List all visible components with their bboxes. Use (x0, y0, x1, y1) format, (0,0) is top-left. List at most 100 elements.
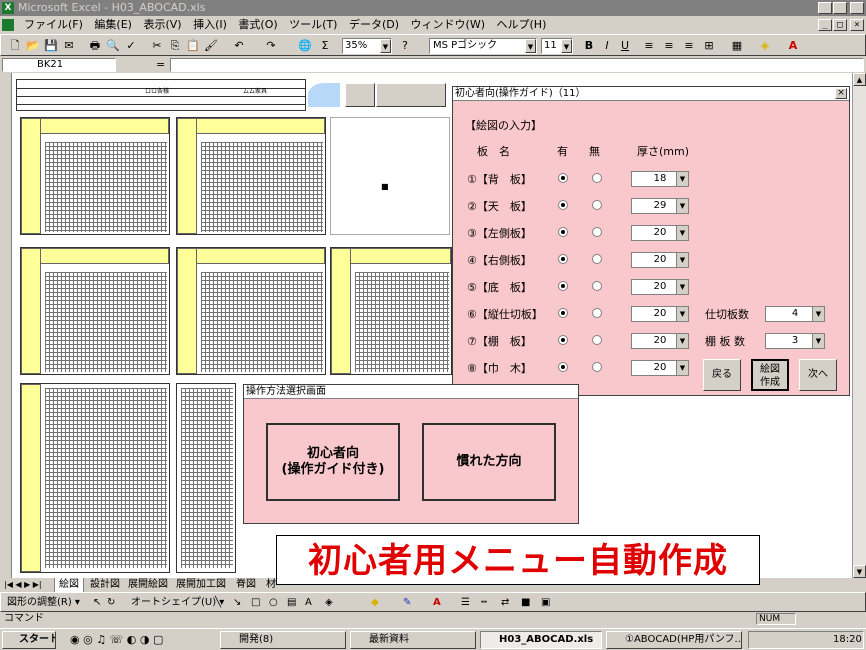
line-color-icon[interactable]: ✎ (403, 593, 411, 613)
draw-fill-icon[interactable]: ◆ (371, 593, 379, 613)
arrow-style-icon[interactable]: ⇄ (501, 593, 509, 613)
arrow-icon[interactable]: ↘ (233, 593, 241, 613)
row-kick-yes-radio[interactable] (558, 362, 568, 372)
print-icon[interactable]: 🖶 (87, 38, 103, 54)
format-painter-icon[interactable]: 🖌 (203, 38, 219, 54)
sheet-button-1[interactable] (345, 83, 375, 107)
shadow-icon[interactable]: ■ (521, 593, 530, 613)
expert-mode-button[interactable]: 慣れた方向 (422, 423, 556, 501)
menu-window[interactable]: ウィンドウ(W) (407, 16, 489, 34)
autosum-icon[interactable]: Σ (317, 38, 333, 54)
cut-icon[interactable]: ✂ (149, 38, 165, 54)
row-right-no-radio[interactable] (592, 254, 602, 264)
row-left-thickness[interactable]: 20 ▼ (631, 225, 689, 241)
menu-help[interactable]: ヘルプ(H) (493, 16, 551, 34)
row-partition-yes-radio[interactable] (558, 308, 568, 318)
row-shelf-no-radio[interactable] (592, 335, 602, 345)
row-top-no-radio[interactable] (592, 200, 602, 210)
new-file-icon[interactable]: 🗋 (7, 38, 23, 54)
task-latest[interactable]: 最新資料 (350, 631, 476, 649)
name-box[interactable]: BK21 (2, 58, 116, 72)
shelf-count-select[interactable]: 3 ▼ (765, 333, 825, 349)
copy-icon[interactable]: ⎘ (167, 38, 183, 54)
tab-drawing[interactable]: 絵図 (54, 578, 84, 593)
align-center-icon[interactable]: ≡ (661, 38, 677, 54)
partition-count-select[interactable]: 4 ▼ (765, 306, 825, 322)
sheet-button-2[interactable] (376, 83, 446, 107)
web-icon[interactable]: 🌐 (297, 38, 313, 54)
back-button[interactable]: 戻る (703, 359, 741, 391)
save-icon[interactable]: 💾 (43, 38, 59, 54)
font-size-select[interactable]: 11 ▼ (541, 38, 573, 54)
menu-file[interactable]: ファイル(F) (20, 16, 87, 34)
tab-expand-drawing[interactable]: 展開絵図 (124, 578, 172, 592)
tab-scroll-icons[interactable]: |◀ ◀ ▶ ▶| (4, 578, 42, 592)
italic-button[interactable]: I (599, 38, 615, 54)
line-style-icon[interactable]: ☰ (461, 593, 470, 613)
task-excel[interactable]: H03_ABOCAD.xls (480, 631, 602, 649)
row-bottom-thickness[interactable]: 20 ▼ (631, 279, 689, 295)
menu-tools[interactable]: ツール(T) (285, 16, 341, 34)
borders-icon[interactable]: ▦ (729, 38, 745, 54)
line-icon[interactable]: ╲ (215, 593, 221, 613)
help-icon[interactable]: ? (397, 38, 413, 54)
menu-data[interactable]: データ(D) (345, 16, 403, 34)
menu-format[interactable]: 書式(O) (234, 16, 281, 34)
merge-center-icon[interactable]: ⊞ (701, 38, 717, 54)
draw-menu-button[interactable]: 図形の調整(R) ▾ (7, 593, 80, 613)
row-kick-no-radio[interactable] (592, 362, 602, 372)
3d-icon[interactable]: ▣ (541, 593, 550, 613)
doc-close-button[interactable]: × (850, 19, 864, 31)
draw-font-color-icon[interactable]: A (433, 593, 441, 613)
row-bottom-no-radio[interactable] (592, 281, 602, 291)
next-button[interactable]: 次へ (799, 359, 837, 391)
row-top-thickness[interactable]: 29 ▼ (631, 198, 689, 214)
dialog-close-button[interactable]: × (835, 88, 847, 99)
row-kick-thickness[interactable]: 20 ▼ (631, 360, 689, 376)
dash-style-icon[interactable]: ┅ (481, 593, 487, 613)
row-right-thickness[interactable]: 20 ▼ (631, 252, 689, 268)
bold-button[interactable]: B (581, 38, 597, 54)
row-partition-thickness[interactable]: 20 ▼ (631, 306, 689, 322)
doc-restore-button[interactable]: □ (833, 19, 847, 31)
draw-create-button[interactable]: 絵図 作成 (751, 359, 789, 391)
open-folder-icon[interactable]: 📂 (25, 38, 41, 54)
tab-material[interactable]: 材 (262, 578, 280, 592)
close-button[interactable]: × (850, 2, 864, 14)
tab-spine[interactable]: 脊図 (232, 578, 260, 592)
oval-icon[interactable]: ○ (269, 593, 278, 613)
paste-icon[interactable]: 📋 (185, 38, 201, 54)
spellcheck-icon[interactable]: ✓ (123, 38, 139, 54)
minimize-button[interactable]: _ (818, 2, 832, 14)
zoom-select[interactable]: 35% ▼ (342, 38, 392, 54)
task-word[interactable]: ①ABOCAD(HP用パンフ... (606, 631, 742, 649)
align-left-icon[interactable]: ≡ (641, 38, 657, 54)
rectangle-icon[interactable]: □ (251, 593, 260, 613)
task-dev[interactable]: 開発(8) (220, 631, 346, 649)
row-left-no-radio[interactable] (592, 227, 602, 237)
menu-insert[interactable]: 挿入(I) (189, 16, 231, 34)
formula-input[interactable] (170, 58, 864, 72)
row-shelf-thickness[interactable]: 20 ▼ (631, 333, 689, 349)
redo-icon[interactable]: ↷ (263, 38, 279, 54)
textbox-icon[interactable]: ▤ (287, 593, 296, 613)
undo-icon[interactable]: ↶ (231, 38, 247, 54)
mail-icon[interactable]: ✉ (61, 38, 77, 54)
row-back-yes-radio[interactable] (558, 173, 568, 183)
row-shelf-yes-radio[interactable] (558, 335, 568, 345)
select-pointer-icon[interactable]: ↖ (93, 593, 101, 613)
quicklaunch-icons[interactable]: ◉ ◎ ♫ ☏ ◐ ◑ ▢ (70, 633, 163, 646)
row-left-yes-radio[interactable] (558, 227, 568, 237)
beginner-mode-button[interactable]: 初心者向 (操作ガイド付き) (266, 423, 400, 501)
align-right-icon[interactable]: ≡ (681, 38, 697, 54)
clipart-icon[interactable]: ◈ (325, 593, 333, 613)
wordart-icon[interactable]: A (305, 593, 312, 613)
font-select[interactable]: MS Pゴシック ▼ (429, 38, 537, 54)
maximize-button[interactable]: □ (833, 2, 847, 14)
row-top-yes-radio[interactable] (558, 200, 568, 210)
font-color-icon[interactable]: A (785, 38, 801, 54)
rotate-icon[interactable]: ↻ (107, 593, 115, 613)
tab-expand-process[interactable]: 展開加工図 (172, 578, 230, 592)
print-preview-icon[interactable]: 🔍 (105, 38, 121, 54)
tab-design[interactable]: 設計図 (86, 578, 124, 592)
